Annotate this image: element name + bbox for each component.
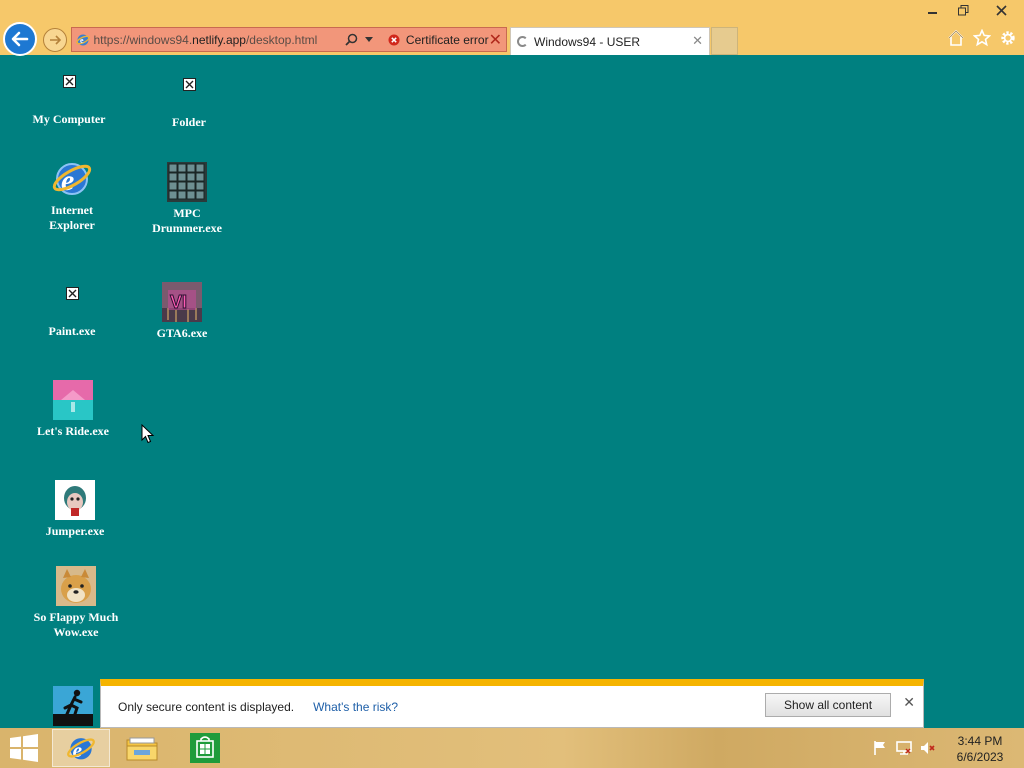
- mouse-cursor-icon: [141, 424, 155, 444]
- restore-icon: [957, 4, 968, 15]
- desktop-icon-folder[interactable]: Folder: [150, 78, 228, 130]
- desktop-icon-so-flappy-much-wow[interactable]: So Flappy Much Wow.exe: [24, 566, 128, 640]
- broken-image-icon: [182, 78, 196, 91]
- network-icon[interactable]: [896, 740, 912, 761]
- desktop-icon-runner[interactable]: [53, 686, 93, 730]
- system-tray: [872, 740, 936, 761]
- stop-icon[interactable]: ✕: [489, 31, 502, 48]
- certificate-error-label: Certificate error: [405, 32, 489, 47]
- desktop-icon-lets-ride[interactable]: Let's Ride.exe: [30, 380, 116, 439]
- whats-the-risk-link[interactable]: What's the risk?: [313, 700, 398, 714]
- gta6-badge: VI: [170, 292, 187, 312]
- arrow-left-icon: [11, 31, 29, 47]
- desktop-icon-label: Internet Explorer: [49, 203, 95, 232]
- taskbar: e 3:44 PM 6/6/2023: [0, 728, 1024, 768]
- lets-ride-icon: [53, 380, 93, 420]
- close-icon: [995, 4, 1007, 16]
- minimize-icon: [928, 12, 937, 14]
- show-all-content-button[interactable]: Show all content: [765, 693, 891, 717]
- windows-logo-icon: [10, 734, 38, 762]
- desktop-icon-label: Let's Ride.exe: [37, 424, 109, 438]
- search-icon[interactable]: [343, 33, 361, 46]
- desktop-icon-internet-explorer[interactable]: e Internet Explorer: [32, 157, 112, 233]
- tab-windows94[interactable]: Windows94 - USER ✕: [510, 27, 710, 55]
- start-button[interactable]: [8, 734, 40, 762]
- broken-image-icon: [65, 287, 79, 300]
- close-window-button[interactable]: [978, 0, 1024, 20]
- doge-icon: [56, 566, 96, 606]
- favorites-star-icon[interactable]: [972, 28, 992, 48]
- desktop-icon-jumper[interactable]: Jumper.exe: [36, 480, 114, 539]
- desktop-icon-label: So Flappy Much Wow.exe: [33, 610, 119, 639]
- clock-time: 3:44 PM: [957, 734, 1003, 748]
- desktop-icon-my-computer[interactable]: My Computer: [22, 75, 116, 127]
- desktop-icon-mpc-drummer[interactable]: MPC Drummer.exe: [145, 162, 229, 236]
- volume-muted-icon[interactable]: [920, 740, 936, 761]
- tab-title: Windows94 - USER: [534, 34, 641, 49]
- error-icon: [388, 34, 400, 45]
- store-bag-icon: [190, 733, 220, 763]
- desktop-icon-label: My Computer: [32, 112, 106, 126]
- window-controls: [918, 0, 1024, 20]
- close-notification-icon[interactable]: ✕: [903, 695, 915, 711]
- clock[interactable]: 3:44 PM 6/6/2023: [950, 733, 1010, 765]
- taskbar-internet-explorer[interactable]: e: [52, 729, 110, 767]
- notification-message: Only secure content is displayed.: [118, 699, 295, 714]
- desktop-icon-label: GTA6.exe: [156, 326, 208, 340]
- jumper-character-icon: [55, 480, 95, 520]
- back-button[interactable]: [3, 22, 37, 56]
- taskbar-file-explorer[interactable]: [113, 729, 171, 767]
- desktop-icon-label: Folder: [172, 115, 206, 129]
- clock-date: 6/6/2023: [956, 750, 1004, 764]
- broken-image-icon: [62, 75, 76, 88]
- desktop-icon-gta6[interactable]: VI GTA6.exe: [146, 282, 218, 341]
- internet-explorer-icon: e: [67, 738, 95, 762]
- dropdown-arrow-icon[interactable]: [360, 36, 378, 43]
- home-icon[interactable]: [946, 28, 966, 48]
- loading-spinner-icon: [517, 36, 528, 47]
- close-tab-icon[interactable]: ✕: [692, 34, 703, 49]
- action-center-flag-icon[interactable]: [872, 740, 888, 761]
- settings-gear-icon[interactable]: [998, 28, 1018, 48]
- browser-chrome: e https://windows94.netlify.app/desktop.…: [0, 0, 1024, 56]
- restore-button[interactable]: [948, 0, 978, 20]
- new-tab-button[interactable]: [711, 27, 738, 55]
- taskbar-store[interactable]: [176, 729, 234, 767]
- address-bar[interactable]: e https://windows94.netlify.app/desktop.…: [71, 27, 507, 52]
- runner-icon: [53, 686, 93, 726]
- page-icon: e: [72, 33, 93, 47]
- desktop-icon-label: MPC Drummer.exe: [152, 206, 222, 235]
- forward-button[interactable]: [43, 28, 67, 52]
- desktop-icon-label: Paint.exe: [48, 324, 96, 338]
- file-explorer-icon: [126, 737, 158, 761]
- desktop-icon-label: Jumper.exe: [45, 524, 105, 538]
- arrow-right-icon: [50, 35, 62, 45]
- drum-pad-grid-icon: [167, 162, 207, 202]
- minimize-button[interactable]: [918, 0, 948, 20]
- certificate-error-button[interactable]: Certificate error: [388, 33, 489, 47]
- url-text[interactable]: https://windows94.netlify.app/desktop.ht…: [93, 33, 342, 47]
- security-notification-bar: Only secure content is displayed. What's…: [100, 679, 924, 728]
- desktop-icon-paint[interactable]: Paint.exe: [36, 287, 108, 339]
- toolbar-icons: [946, 28, 1018, 48]
- svg-text:e: e: [80, 36, 84, 45]
- gta6-logo-icon: VI: [162, 282, 202, 322]
- internet-explorer-icon: e: [52, 163, 92, 197]
